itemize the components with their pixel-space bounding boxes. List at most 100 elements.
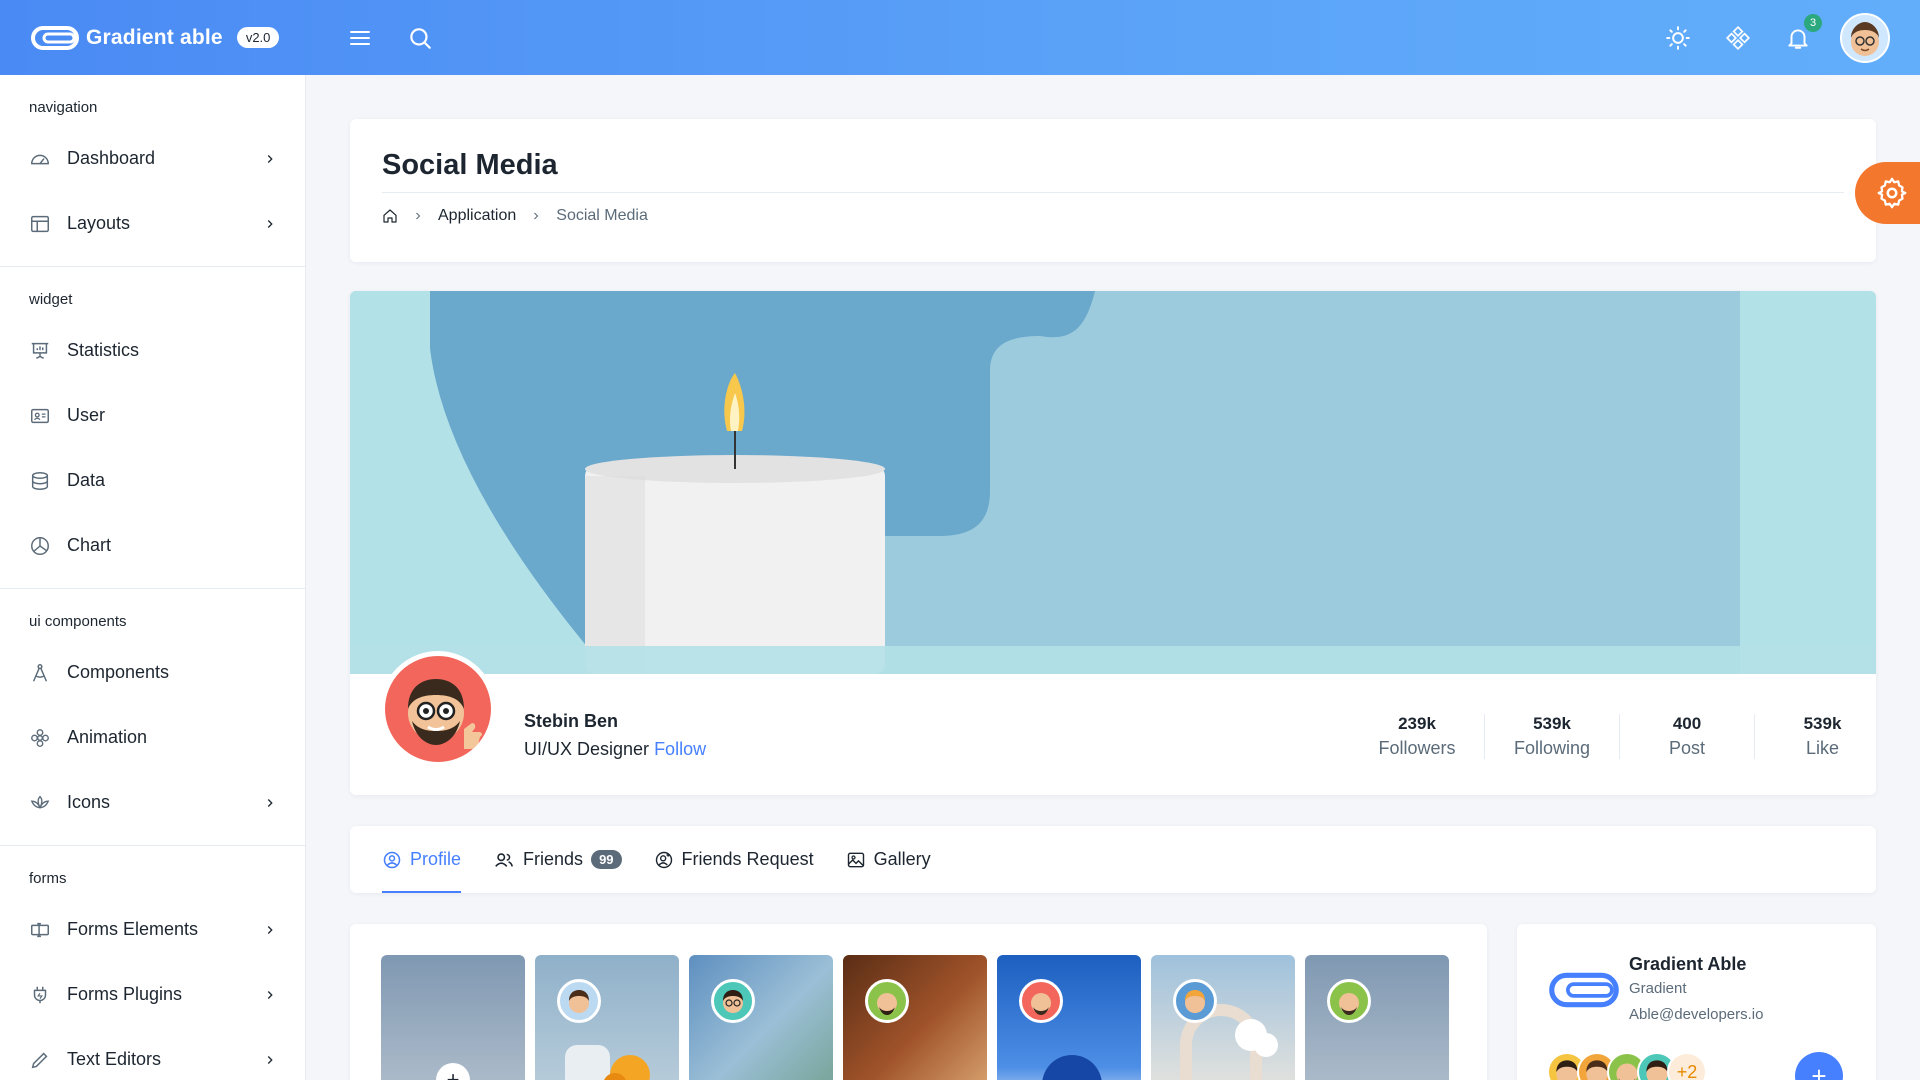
customizer-button[interactable]	[1855, 162, 1920, 224]
stories-card: +	[350, 924, 1487, 1080]
cover-illustration	[350, 291, 1876, 674]
tab-profile[interactable]: Profile	[382, 826, 462, 893]
sidebar-item-animation[interactable]: Animation	[0, 705, 305, 770]
lotus-icon	[29, 792, 51, 814]
tab-label: Friends	[523, 849, 584, 869]
sidebar-item-chart[interactable]: Chart	[0, 513, 305, 578]
chevron-right-icon	[267, 925, 273, 934]
sidebar-item-data[interactable]: Data	[0, 448, 305, 513]
chevron-right-icon	[267, 219, 273, 228]
sidebar-item-statistics[interactable]: Statistics	[0, 318, 305, 383]
story-avatar	[1173, 979, 1217, 1023]
tab-label: Friends Request	[681, 849, 814, 869]
chevron-right-icon	[267, 990, 273, 999]
add-story-button[interactable]: +	[436, 1063, 470, 1080]
notifications-button[interactable]: 3	[1780, 13, 1822, 56]
sidebar-item-label: Text Editors	[67, 1049, 162, 1069]
stat-following[interactable]: 539k Following	[1485, 714, 1620, 759]
users-icon	[495, 852, 514, 867]
stat-value: 539k	[1533, 714, 1571, 733]
profile-card: Stebin Ben UI/UX Designer Follow 239k Fol…	[350, 291, 1876, 795]
dashboard-icon	[29, 148, 51, 170]
sidebar-item-text-editors[interactable]: Text Editors	[0, 1027, 305, 1080]
add-member-button[interactable]: +	[1795, 1052, 1843, 1080]
brand[interactable]: Gradient able v2.0	[0, 23, 306, 53]
story-item[interactable]	[535, 955, 679, 1080]
tab-friends-request[interactable]: Friends Request	[654, 826, 814, 893]
story-image	[1042, 1055, 1102, 1080]
profile-stats: 239k Followers 539k Following 400 Post 539k…	[1350, 714, 1876, 759]
member-avatars[interactable]: +2	[1547, 1052, 1707, 1080]
breadcrumb-application[interactable]: Application	[438, 207, 516, 225]
presentation-icon	[29, 340, 51, 362]
hamburger-icon	[350, 30, 370, 45]
sidebar-item-label: Dashboard	[67, 148, 156, 168]
user-avatar[interactable]	[1840, 12, 1890, 63]
gear-icon	[1877, 177, 1907, 209]
sidebar-item-forms-plugins[interactable]: Forms Plugins	[0, 962, 305, 1027]
sidebar-item-label: Chart	[67, 535, 112, 555]
sidebar-item-dashboard[interactable]: Dashboard	[0, 126, 305, 191]
story-item[interactable]	[997, 955, 1141, 1080]
sidebar-item-icons[interactable]: Icons	[0, 770, 305, 835]
home-icon[interactable]	[382, 208, 398, 224]
brand-card-subtitle: Gradient	[1629, 980, 1687, 997]
story-add-card[interactable]: +	[381, 955, 525, 1080]
cover-image	[350, 291, 1876, 674]
input-icon	[29, 919, 51, 941]
story-avatar	[557, 979, 601, 1023]
nav-caption: ui components	[29, 613, 127, 630]
sidebar-item-label: Data	[67, 470, 106, 490]
sidebar-item-label: Icons	[67, 792, 111, 812]
sidebar-item-label: Layouts	[67, 213, 131, 233]
logo-icon	[1549, 972, 1619, 1008]
follow-link[interactable]: Follow	[654, 739, 706, 759]
stat-like[interactable]: 539k Like	[1755, 714, 1876, 759]
tab-gallery[interactable]: Gallery	[846, 826, 931, 893]
search-button[interactable]	[402, 20, 438, 56]
menu-toggle-button[interactable]	[342, 20, 378, 56]
profile-avatar[interactable]	[380, 651, 496, 767]
tab-label: Profile	[410, 849, 462, 869]
profile-name: Stebin Ben	[524, 711, 619, 731]
story-item[interactable]	[843, 955, 987, 1080]
chevron-right-icon	[267, 1055, 273, 1064]
nav-group-forms: forms Forms Elements Forms Plugins Text …	[0, 846, 305, 1080]
chevron-right-icon	[534, 212, 539, 220]
more-members-badge: +2	[1667, 1052, 1707, 1080]
avatar-face-icon	[408, 679, 482, 749]
pen-icon	[29, 1049, 51, 1071]
profile-role-text: UI/UX Designer	[524, 739, 650, 759]
story-avatar	[711, 979, 755, 1023]
story-avatar	[1019, 979, 1063, 1023]
stat-post[interactable]: 400 Post	[1620, 714, 1755, 759]
stat-label: Followers	[1378, 738, 1456, 758]
plugin-icon	[29, 984, 51, 1006]
sidebar-item-user[interactable]: User	[0, 383, 305, 448]
stat-value: 539k	[1803, 714, 1842, 733]
apps-button[interactable]	[1720, 20, 1756, 56]
story-item[interactable]	[689, 955, 833, 1080]
sun-icon	[1666, 25, 1690, 50]
stat-label: Post	[1668, 738, 1706, 758]
profile-tabs: Profile Friends 99 Friends Request Galle…	[350, 826, 1876, 893]
sidebar-item-components[interactable]: Components	[0, 640, 305, 705]
sidebar: navigation Dashboard Layouts widget Stat…	[0, 75, 306, 1080]
breadcrumb: Application Social Media	[382, 207, 1844, 225]
story-item[interactable]	[1151, 955, 1295, 1080]
theme-toggle-button[interactable]	[1660, 20, 1696, 56]
sidebar-item-layouts[interactable]: Layouts	[0, 191, 305, 256]
chevron-right-icon	[267, 154, 273, 163]
sidebar-item-label: Components	[67, 662, 170, 682]
brand-card-email: Able@developers.io	[1629, 1006, 1764, 1023]
flower-icon	[29, 727, 51, 749]
sidebar-item-forms-elements[interactable]: Forms Elements	[0, 897, 305, 962]
notification-badge: 3	[1804, 13, 1822, 32]
page-header-card: Social Media Application Social Media	[350, 119, 1876, 262]
stat-followers[interactable]: 239k Followers	[1350, 714, 1485, 759]
brand-card-title: Gradient Able	[1629, 954, 1747, 974]
tab-friends[interactable]: Friends 99	[493, 826, 622, 893]
story-item[interactable]	[1305, 955, 1449, 1080]
nav-caption: forms	[29, 870, 67, 887]
stat-label: Like	[1805, 738, 1840, 758]
